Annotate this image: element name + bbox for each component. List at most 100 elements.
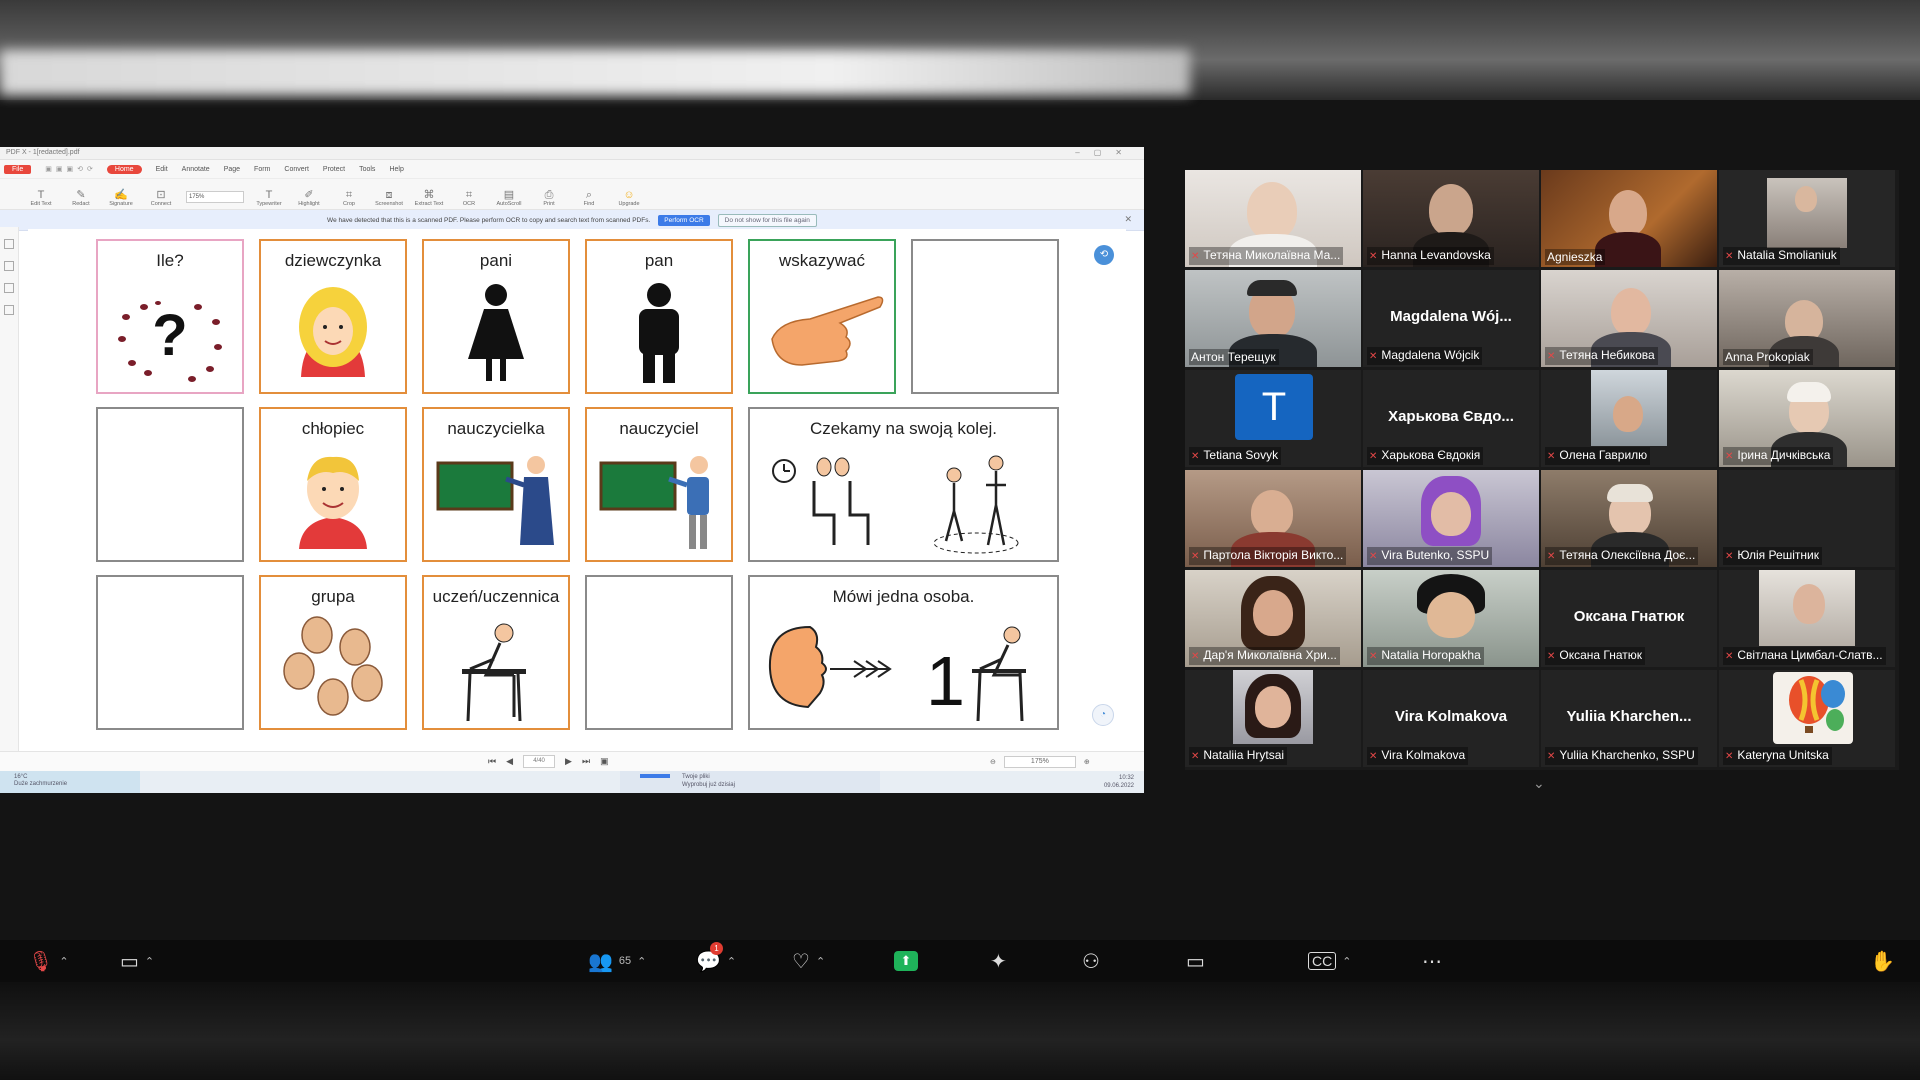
mic-muted-icon: ✕: [1191, 651, 1200, 662]
menu-convert[interactable]: Convert: [284, 166, 309, 173]
quick-access-icons[interactable]: ▣ ▣ ▣ ⟲ ⟳: [45, 165, 93, 173]
window-controls[interactable]: –▢✕: [1075, 147, 1136, 159]
hot-air-balloon-avatar: [1789, 676, 1845, 733]
zoom-select[interactable]: 175%: [186, 191, 244, 207]
whiteboard-control[interactable]: ▭: [1186, 948, 1205, 974]
host-tools-control[interactable]: ✋: [1870, 948, 1895, 974]
first-page-icon[interactable]: ⏮: [488, 756, 496, 767]
menu-file[interactable]: File: [4, 164, 32, 174]
page-view-icon[interactable]: ▣: [600, 756, 609, 767]
menu-form[interactable]: Form: [254, 166, 270, 173]
menu-edit[interactable]: Edit: [156, 166, 168, 173]
zoom-in-icon[interactable]: ⊕: [1084, 758, 1090, 766]
participant-avatar: T: [1235, 374, 1313, 440]
participant-tile[interactable]: ✕ Юлія Решітник: [1719, 470, 1895, 567]
apps-control[interactable]: ⚇: [1082, 948, 1100, 974]
participant-tile[interactable]: ✕ Vira Butenko, SSPU: [1363, 470, 1539, 567]
tool-print[interactable]: ⎙ Print: [534, 189, 564, 207]
mute-control[interactable]: 🎙 ⌃: [28, 948, 69, 974]
tool-ocr[interactable]: ⌗ OCR: [454, 189, 484, 207]
reactions-control[interactable]: ♡ ⌃: [792, 948, 825, 974]
tool-upgrade[interactable]: ☺ Upgrade: [614, 189, 644, 207]
weather-widget[interactable]: 16°C Duże zachmurzenie: [0, 771, 140, 793]
more-control[interactable]: ⋯: [1422, 948, 1442, 974]
taskbar-notification[interactable]: Twoje pliki Wyprobuj już dzisiaj: [620, 771, 880, 793]
participants-control[interactable]: 👥 65 ⌃: [588, 948, 646, 974]
mic-muted-icon: ✕: [1725, 751, 1734, 762]
thumbnail-icon[interactable]: [4, 261, 14, 271]
assistant-icon[interactable]: ◔: [1092, 704, 1114, 726]
participant-tile[interactable]: Оксана Гнатюк ✕ Оксана Гнатюк: [1541, 570, 1717, 667]
chevron-up-icon: ⌃: [726, 955, 737, 968]
participant-tile[interactable]: ✕ Тетяна Олексіївна Доє...: [1541, 470, 1717, 567]
pdf-page-navigation: ⏮ ◀ 4/40 ▶ ⏭ ▣ ⊖ 175% ⊕: [0, 751, 1144, 772]
menu-annotate[interactable]: Annotate: [182, 166, 210, 173]
participant-tile[interactable]: ✕ Hanna Levandovska: [1363, 170, 1539, 267]
attachment-icon[interactable]: [4, 305, 14, 315]
video-control[interactable]: ▭ ⌃: [120, 948, 154, 974]
mic-muted-icon: ✕: [1725, 651, 1734, 662]
participant-tile[interactable]: ✕ Natalia Horopakha: [1363, 570, 1539, 667]
mic-muted-icon: ✕: [1369, 551, 1378, 562]
meeting-controls-bar: 🎙 ⌃ ▭ ⌃ 👥 65 ⌃ 💬 1 ⌃ ♡ ⌃ ⬆ ✦ ⚇ ▭ CC ⌃ ⋯ ✋: [0, 940, 1920, 982]
participant-tile[interactable]: Харькова Євдо... ✕ Харькова Євдокія: [1363, 370, 1539, 467]
dismiss-ocr-button[interactable]: Do not show for this file again: [717, 213, 817, 227]
participant-tile[interactable]: ✕ Natalia Smolianiuk: [1719, 170, 1895, 267]
participant-tile[interactable]: ✕ Світлана Цимбал-Слатв...: [1719, 570, 1895, 667]
participant-tile[interactable]: ✕ Партола Вікторія Викто...: [1185, 470, 1361, 567]
comment-icon[interactable]: [4, 283, 14, 293]
zoom-level-field[interactable]: 175%: [1003, 756, 1076, 768]
tool-signature[interactable]: ✍ Signature: [106, 189, 136, 207]
menu-tools[interactable]: Tools: [359, 166, 375, 173]
captions-control[interactable]: CC ⌃: [1308, 948, 1351, 974]
next-page-icon[interactable]: ▶: [565, 756, 572, 767]
tool-screenshot[interactable]: ⧈ Screenshot: [374, 189, 404, 207]
tool-extract-text[interactable]: ⌘ Extract Text: [414, 189, 444, 207]
tool-crop[interactable]: ⌗ Crop: [334, 189, 364, 207]
tool-edit-text[interactable]: T Edit Text: [26, 189, 56, 207]
menu-protect[interactable]: Protect: [323, 166, 345, 173]
participant-tile[interactable]: ✕ Дар'я Миколаївна Хри...: [1185, 570, 1361, 667]
participant-tile[interactable]: ✕ Nataliia Hrytsai: [1185, 670, 1361, 767]
prev-page-icon[interactable]: ◀: [506, 756, 513, 767]
participant-tile[interactable]: Agnieszka: [1541, 170, 1717, 267]
ai-companion-control[interactable]: ✦: [990, 948, 1007, 974]
perform-ocr-button[interactable]: Perform OCR: [658, 214, 710, 226]
symbol-card-pani: pani: [422, 239, 570, 394]
tool-typewriter[interactable]: T Typewriter: [254, 189, 284, 207]
last-page-icon[interactable]: ⏭: [582, 756, 590, 767]
blurred-bottom-background: [0, 980, 1920, 1080]
participant-tile[interactable]: ✕ Kateryna Unitska: [1719, 670, 1895, 767]
menu-page[interactable]: Page: [224, 166, 240, 173]
participant-tile-active-speaker[interactable]: Антон Терещук: [1185, 270, 1361, 367]
participant-tile[interactable]: Magdalena Wój... ✕ Magdalena Wójcik: [1363, 270, 1539, 367]
page-number-input[interactable]: 4/40: [523, 755, 556, 768]
boy-icon: [299, 456, 367, 549]
tool-find[interactable]: ⌕ Find: [574, 189, 604, 207]
bookmark-icon[interactable]: [4, 239, 14, 249]
chevron-down-icon[interactable]: ⌄: [1533, 775, 1545, 792]
share-screen-control[interactable]: ⬆: [894, 948, 918, 974]
participant-tile[interactable]: ✕ Олена Гаврилю: [1541, 370, 1717, 467]
menu-home[interactable]: Home: [106, 164, 142, 174]
zoom-out-icon[interactable]: ⊖: [990, 758, 996, 766]
tool-highlight[interactable]: ✐ Highlight: [294, 189, 324, 207]
tool-redact[interactable]: ✎ Redact: [66, 189, 96, 207]
participant-tile[interactable]: T ✕ Tetiana Sovyk: [1185, 370, 1361, 467]
chat-control[interactable]: 💬 1 ⌃: [696, 942, 737, 974]
menu-help[interactable]: Help: [389, 166, 403, 173]
taskbar-clock[interactable]: 10:32 09.06.2022: [1104, 774, 1134, 790]
symbol-card-nauczycielka: nauczycielka: [422, 407, 570, 562]
participant-tile[interactable]: Anna Prokopiak: [1719, 270, 1895, 367]
participant-tile[interactable]: ✕ Тетяна Миколаївна Ма...: [1185, 170, 1361, 267]
participant-tile[interactable]: Yuliia Kharchen... ✕ Yuliia Kharchenko, S…: [1541, 670, 1717, 767]
participant-tile[interactable]: ✕ Тетяна Небикова: [1541, 270, 1717, 367]
tool-connect[interactable]: ⊡ Connect: [146, 189, 176, 207]
symbol-card-dziewczynka: dziewczynka: [259, 239, 407, 394]
participant-tile[interactable]: Vira Kolmakova ✕ Vira Kolmakova: [1363, 670, 1539, 767]
close-icon[interactable]: ✕: [1124, 214, 1132, 225]
translate-icon[interactable]: ⟲: [1094, 245, 1114, 265]
tool-autoscroll[interactable]: ▤ AutoScroll: [494, 189, 524, 207]
participant-name: ✕ Дар'я Миколаївна Хри...: [1189, 647, 1340, 665]
participant-tile[interactable]: ✕ Ірина Дичківська: [1719, 370, 1895, 467]
